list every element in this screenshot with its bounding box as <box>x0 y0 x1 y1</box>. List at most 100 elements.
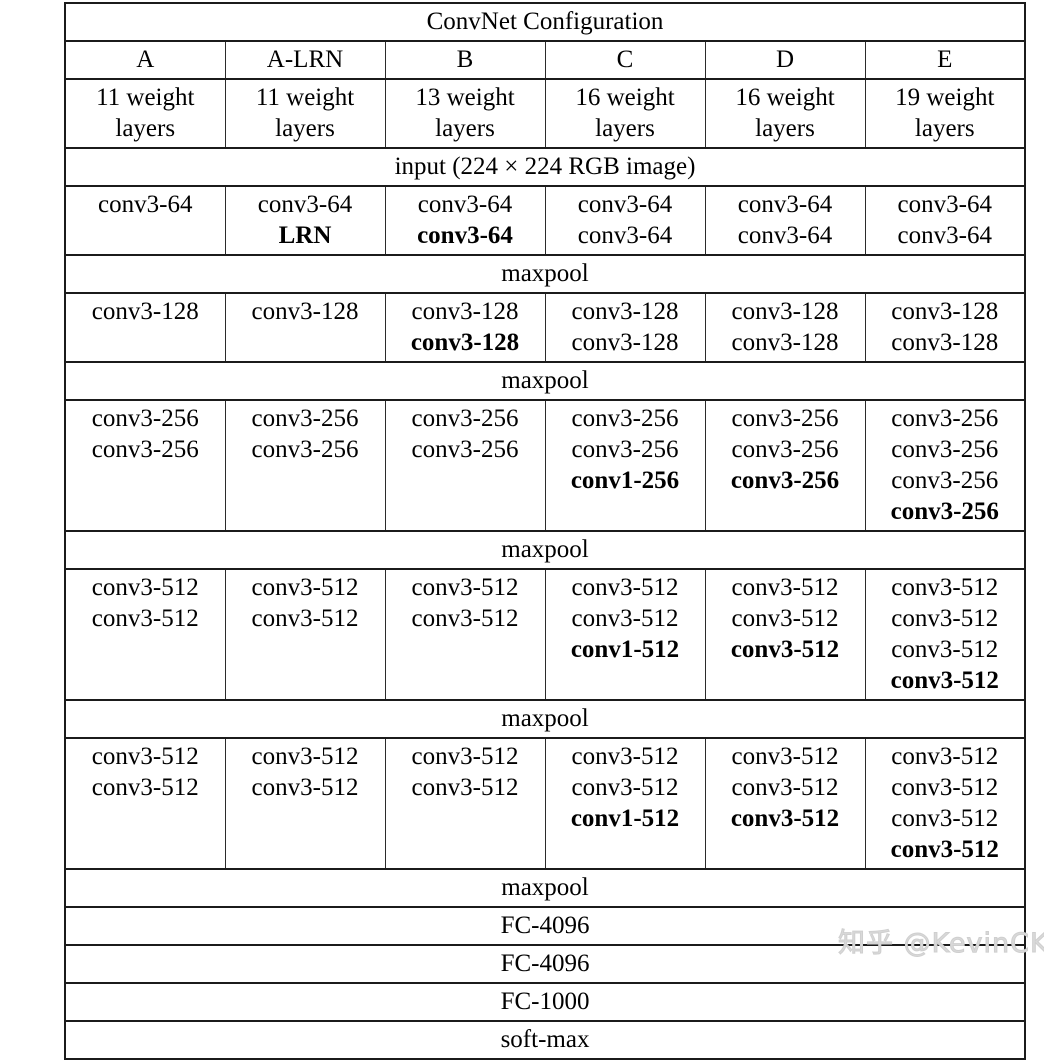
conv-layer-label: conv3-128 <box>571 298 679 325</box>
config-letter-d: D <box>704 40 866 80</box>
conv-layer-label: conv3-512 <box>891 574 999 601</box>
conv-layer-label: conv3-64 <box>417 222 513 249</box>
conv-cell-block-64-d: conv3-64 conv3-64 <box>704 185 866 256</box>
conv-layer-label: conv3-256 <box>891 467 999 494</box>
maxpool-cell: maxpool <box>64 530 1026 570</box>
config-letter-a: A <box>64 40 226 80</box>
table-title-row: ConvNet Configuration <box>64 2 1026 42</box>
conv-cell-block-256-b: conv3-256 conv3-256 <box>384 399 546 532</box>
maxpool-cell: maxpool <box>64 361 1026 401</box>
conv-layer-label: conv3-512 <box>890 667 999 694</box>
conv-cell-block-512-b-d: conv3-512 conv3-512 conv3-512 <box>704 737 866 870</box>
conv-cell-block-512-b-e: conv3-512 conv3-512 conv3-512 conv3-512 <box>864 737 1026 870</box>
conv-layer-label: conv3-512 <box>731 743 839 770</box>
conv-cell-block-512-b-a-lrn: conv3-512 conv3-512 <box>224 737 386 870</box>
conv-layer-label: conv1-512 <box>570 805 680 832</box>
maxpool-cell: maxpool <box>64 868 1026 908</box>
weight-layer-count-row: 11 weight layers 11 weight layers 13 weight l… <box>64 78 1026 149</box>
conv-block-row-256: conv3-256 conv3-256 conv3-256 conv3-256 conv… <box>64 399 1026 532</box>
weight-layers-e: 19 weight layers <box>864 78 1026 149</box>
convnet-configuration-table: ConvNet Configuration A A-LRN B C D E 11 weig… <box>64 2 1027 1060</box>
conv-layer-label: conv3-256 <box>251 436 359 463</box>
conv-layer-label: conv3-128 <box>91 298 199 325</box>
fc-row-2: FC-4096 <box>64 944 1026 984</box>
conv-block-row-128: conv3-128 conv3-128 conv3-128 conv3-128 conv… <box>64 292 1026 363</box>
weight-layers-line: 19 weight <box>895 84 995 111</box>
conv-cell-block-256-a-lrn: conv3-256 conv3-256 <box>224 399 386 532</box>
weight-layers-line: layers <box>115 115 176 142</box>
conv-block-row-512-a: conv3-512 conv3-512 conv3-512 conv3-512 conv… <box>64 568 1026 701</box>
weight-layers-d: 16 weight layers <box>704 78 866 149</box>
conv-layer-label: conv3-512 <box>890 836 999 863</box>
maxpool-row-4: maxpool <box>64 699 1026 739</box>
config-letter-c: C <box>544 40 706 80</box>
conv-layer-label: conv1-256 <box>570 467 680 494</box>
conv-layer-label: conv3-64 <box>577 191 673 218</box>
conv-layer-label: conv3-64 <box>897 191 992 218</box>
conv-cell-block-128-e: conv3-128 conv3-128 <box>864 292 1026 363</box>
weight-layers-line: 16 weight <box>575 84 675 111</box>
conv-cell-block-64-b: conv3-64 conv3-64 <box>384 185 546 256</box>
weight-layers-line: layers <box>595 115 655 142</box>
conv-layer-label: conv3-256 <box>91 405 199 432</box>
maxpool-cell: maxpool <box>64 699 1026 739</box>
conv-layer-label: conv3-512 <box>91 574 199 601</box>
conv-layer-label: conv3-512 <box>571 574 679 601</box>
conv-layer-label: conv3-64 <box>737 191 833 218</box>
conv-cell-block-512-b-c: conv3-512 conv3-512 conv1-512 <box>544 737 706 870</box>
conv-layer-label: conv3-64 <box>897 222 992 249</box>
conv-layer-label: conv3-256 <box>891 436 999 463</box>
fc-4096-cell-2: FC-4096 <box>64 944 1026 984</box>
conv-layer-label: conv3-512 <box>731 605 839 632</box>
fc-1000-cell: FC-1000 <box>64 982 1026 1022</box>
conv-layer-label: conv3-256 <box>731 436 839 463</box>
conv-layer-label: conv3-64 <box>98 191 193 218</box>
conv-cell-block-128-a-lrn: conv3-128 <box>224 292 386 363</box>
conv-layer-label: conv3-512 <box>91 605 199 632</box>
conv-layer-label: conv3-512 <box>731 774 839 801</box>
conv-layer-label: conv1-512 <box>570 636 680 663</box>
conv-cell-block-512-b-a: conv3-512 conv3-512 <box>64 737 226 870</box>
weight-layers-line: 11 weight <box>96 84 195 111</box>
maxpool-row-5: maxpool <box>64 868 1026 908</box>
conv-layer-label: conv3-256 <box>571 436 679 463</box>
weight-layers-b: 13 weight layers <box>384 78 546 149</box>
config-letter-b: B <box>384 40 546 80</box>
conv-cell-block-64-a-lrn: conv3-64 LRN <box>224 185 386 256</box>
conv-cell-block-128-d: conv3-128 conv3-128 <box>704 292 866 363</box>
conv-layer-label: conv3-512 <box>251 774 359 801</box>
conv-layer-label: conv3-64 <box>577 222 673 249</box>
conv-layer-label: LRN <box>278 222 332 249</box>
weight-layers-line: 13 weight <box>415 84 515 111</box>
conv-layer-label: conv3-256 <box>731 405 839 432</box>
conv-layer-label: conv3-512 <box>571 774 679 801</box>
conv-cell-block-256-a: conv3-256 conv3-256 <box>64 399 226 532</box>
conv-cell-block-128-c: conv3-128 conv3-128 <box>544 292 706 363</box>
conv-layer-label: conv3-256 <box>411 405 519 432</box>
soft-max-cell: soft-max <box>64 1020 1026 1060</box>
weight-layers-line: layers <box>914 115 975 142</box>
convnet-configuration-table-container: ConvNet Configuration A A-LRN B C D E 11 weig… <box>64 2 1027 1060</box>
conv-layer-label: conv3-512 <box>91 774 199 801</box>
conv-layer-label: conv3-128 <box>731 298 839 325</box>
conv-cell-block-512-a-e: conv3-512 conv3-512 conv3-512 conv3-512 <box>864 568 1026 701</box>
maxpool-row-3: maxpool <box>64 530 1026 570</box>
input-row: input (224 × 224 RGB image) <box>64 147 1026 187</box>
conv-layer-label: conv3-512 <box>411 574 519 601</box>
conv-layer-label: conv3-512 <box>91 743 199 770</box>
conv-cell-block-512-a-d: conv3-512 conv3-512 conv3-512 <box>704 568 866 701</box>
conv-layer-label: conv3-128 <box>251 298 359 325</box>
conv-layer-label: conv3-512 <box>411 743 519 770</box>
conv-layer-label: conv3-512 <box>891 805 999 832</box>
conv-layer-label: conv3-512 <box>891 636 999 663</box>
conv-layer-label: conv3-512 <box>571 605 679 632</box>
conv-layer-label: conv3-256 <box>891 405 999 432</box>
weight-layers-a-lrn: 11 weight layers <box>224 78 386 149</box>
softmax-row: soft-max <box>64 1020 1026 1060</box>
table-body: ConvNet Configuration A A-LRN B C D E 11 weig… <box>64 2 1026 1060</box>
conv-layer-label: conv3-256 <box>571 405 679 432</box>
conv-layer-label: conv3-128 <box>731 329 839 356</box>
conv-layer-label: conv3-128 <box>410 329 520 356</box>
fc-4096-cell-1: FC-4096 <box>64 906 1026 946</box>
conv-cell-block-256-c: conv3-256 conv3-256 conv1-256 <box>544 399 706 532</box>
